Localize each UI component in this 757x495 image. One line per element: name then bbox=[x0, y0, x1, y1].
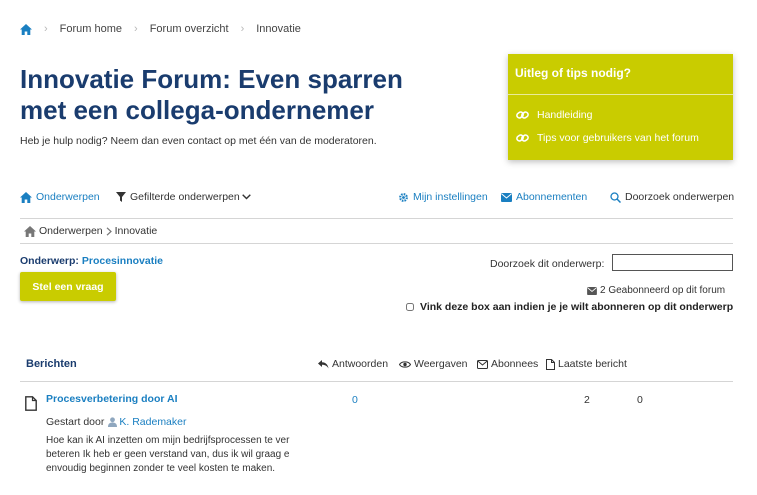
topic-excerpt: Hoe kan ik AI inzetten om mijn bedrijfsp… bbox=[46, 435, 290, 474]
chevron-right-icon: › bbox=[240, 23, 245, 35]
tips-divider bbox=[508, 94, 733, 95]
divider bbox=[20, 218, 733, 219]
page-title: Innovatie Forum: Even sparren met een co… bbox=[20, 64, 403, 125]
toolbar-filtered-label: Gefilterde onderwerpen bbox=[130, 191, 240, 203]
toolbar-search-label: Doorzoek onderwerpen bbox=[625, 191, 735, 203]
subscribed-count: 2 Geabonneerd op dit forum bbox=[587, 285, 725, 296]
toolbar-subscriptions-link[interactable]: Abonnementen bbox=[501, 191, 587, 203]
user-icon bbox=[108, 417, 118, 427]
messages-heading: Berichten bbox=[26, 358, 77, 370]
search-topic-input[interactable] bbox=[612, 254, 733, 271]
sub-breadcrumb: Onderwerpen Innovatie bbox=[24, 225, 157, 237]
breadcrumb-current: Innovatie bbox=[256, 23, 301, 35]
topic-subscribers: 0 bbox=[637, 394, 643, 406]
toolbar-settings-label: Mijn instellingen bbox=[413, 191, 488, 203]
tips-box: Uitleg of tips nodig? Handleiding Tips v… bbox=[508, 54, 733, 160]
reply-icon bbox=[318, 359, 329, 368]
chevron-right-icon bbox=[106, 226, 112, 236]
topic-replies[interactable]: 0 bbox=[352, 394, 358, 406]
topic-heading: Onderwerp: Procesinnovatie bbox=[20, 255, 163, 267]
started-by-label: Gestart door bbox=[46, 416, 105, 428]
gear-icon bbox=[399, 192, 408, 202]
topic-title-link[interactable]: Procesverbetering door AI bbox=[46, 393, 177, 405]
toolbar-topics-link[interactable]: Onderwerpen bbox=[20, 191, 100, 203]
column-header-label: Laatste bericht bbox=[558, 358, 627, 370]
tips-link-label: Tips voor gebruikers van het forum bbox=[537, 132, 699, 144]
sub-breadcrumb-current: Innovatie bbox=[114, 225, 158, 237]
home-icon[interactable] bbox=[20, 23, 32, 35]
ask-question-button[interactable]: Stel een vraag bbox=[20, 272, 116, 301]
chevron-right-icon: › bbox=[44, 23, 48, 35]
divider bbox=[20, 381, 733, 382]
breadcrumb: › Forum home › Forum overzicht › Innovat… bbox=[20, 21, 301, 37]
chevron-down-icon bbox=[241, 194, 251, 200]
topic-author-link[interactable]: K. Rademaker bbox=[119, 416, 186, 428]
column-header-label: Antwoorden bbox=[332, 358, 389, 370]
tips-link-manual[interactable]: Handleiding bbox=[516, 109, 592, 121]
toolbar-settings-link[interactable]: Mijn instellingen bbox=[398, 191, 488, 203]
tips-title: Uitleg of tips nodig? bbox=[515, 66, 631, 80]
link-icon bbox=[516, 111, 529, 119]
home-icon bbox=[20, 191, 32, 203]
divider bbox=[20, 243, 733, 244]
toolbar-topics-label: Onderwerpen bbox=[36, 191, 100, 203]
column-header-label: Weergaven bbox=[414, 358, 468, 370]
topic-started-by: Gestart door K. Rademaker bbox=[46, 416, 187, 428]
column-header-views[interactable]: Weergaven bbox=[399, 358, 468, 370]
tips-link-user-tips[interactable]: Tips voor gebruikers van het forum bbox=[516, 132, 699, 144]
filter-icon bbox=[116, 192, 126, 202]
breadcrumb-forum-overview[interactable]: Forum overzicht bbox=[150, 23, 229, 35]
topic-views: 2 bbox=[584, 394, 590, 406]
envelope-icon bbox=[587, 286, 597, 295]
document-icon bbox=[546, 358, 555, 370]
forum-toolbar: Onderwerpen Gefilterde onderwerpen Mijn … bbox=[20, 191, 734, 207]
chevron-right-icon: › bbox=[134, 23, 138, 35]
toolbar-search-link[interactable]: Doorzoek onderwerpen bbox=[610, 191, 734, 203]
search-topic-label: Doorzoek dit onderwerp: bbox=[490, 258, 605, 270]
subscribe-topic-option[interactable]: Vink deze box aan indien je je wilt abon… bbox=[406, 301, 733, 313]
breadcrumb-forum-home[interactable]: Forum home bbox=[60, 23, 122, 35]
toolbar-filtered-dropdown[interactable]: Gefilterde onderwerpen bbox=[116, 191, 255, 203]
column-header-label: Abonnees bbox=[491, 358, 539, 370]
subscribe-topic-label: Vink deze box aan indien je je wilt abon… bbox=[420, 301, 734, 313]
topic-label: Onderwerp: bbox=[20, 255, 79, 267]
topic-name-link[interactable]: Procesinnovatie bbox=[82, 255, 163, 267]
page-subtitle: Heb je hulp nodig? Neem dan even contact… bbox=[20, 135, 377, 147]
sub-breadcrumb-home[interactable]: Onderwerpen bbox=[39, 225, 103, 237]
toolbar-subscriptions-label: Abonnementen bbox=[516, 191, 588, 203]
column-header-last-post[interactable]: Laatste bericht bbox=[546, 358, 627, 370]
search-icon bbox=[610, 191, 621, 203]
link-icon bbox=[516, 134, 529, 142]
home-icon bbox=[24, 225, 36, 237]
column-header-replies[interactable]: Antwoorden bbox=[318, 358, 388, 370]
envelope-icon bbox=[477, 359, 488, 369]
envelope-icon bbox=[501, 192, 512, 202]
column-header-subscribers[interactable]: Abonnees bbox=[477, 358, 538, 370]
subscribe-topic-checkbox[interactable] bbox=[406, 303, 414, 311]
tips-link-label: Handleiding bbox=[537, 109, 593, 121]
topic-document-icon bbox=[25, 396, 37, 416]
subscribed-count-text: 2 Geabonneerd op dit forum bbox=[600, 285, 726, 296]
eye-icon bbox=[399, 360, 411, 368]
